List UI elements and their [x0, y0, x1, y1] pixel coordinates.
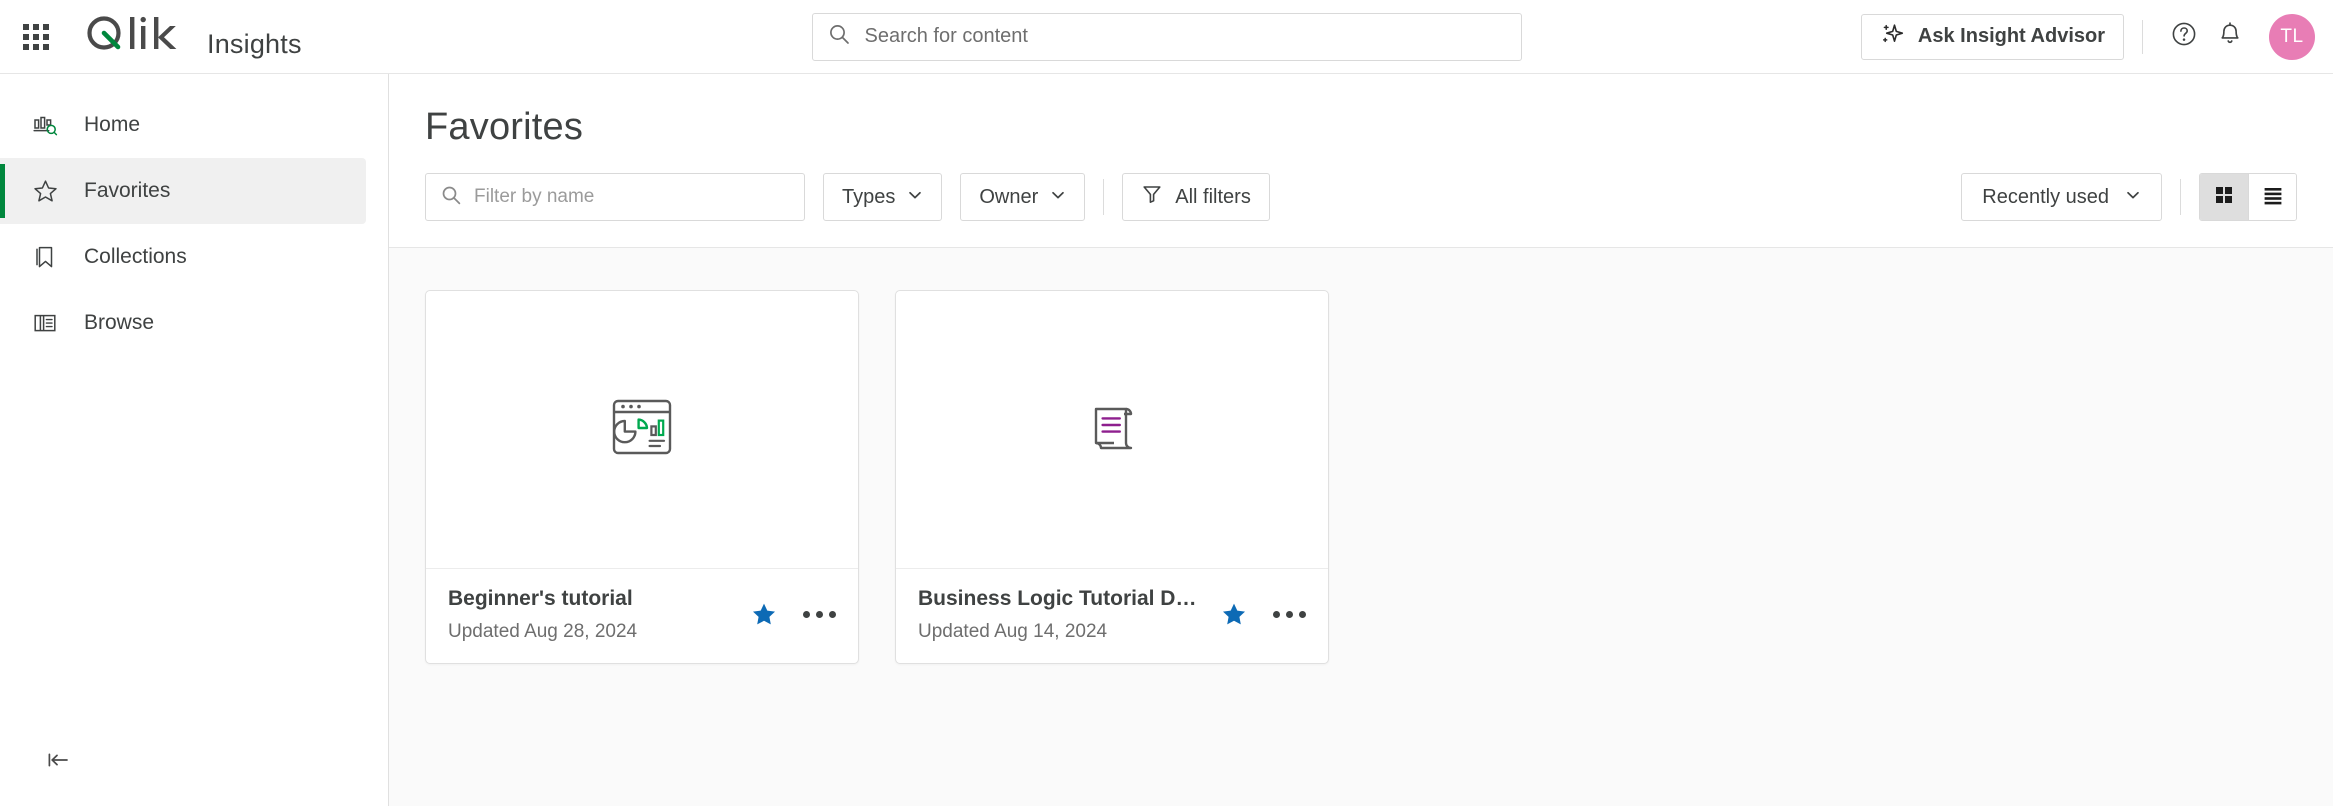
chevron-down-icon [907, 186, 923, 209]
filter-name-input[interactable] [474, 186, 790, 208]
grid-view-button[interactable] [2200, 174, 2248, 220]
search-icon [440, 184, 462, 211]
owner-filter-label: Owner [979, 186, 1038, 209]
more-options-button[interactable] [803, 611, 836, 618]
favorite-star-button[interactable] [751, 601, 777, 627]
more-options-button[interactable] [1273, 611, 1306, 618]
favorite-star-button[interactable] [1221, 601, 1247, 627]
sort-dropdown[interactable]: Recently used [1961, 173, 2162, 221]
favorites-card-grid: Beginner's tutorial Updated Aug 28, 2024 [389, 248, 2333, 806]
sort-label: Recently used [1982, 186, 2109, 209]
view-mode-toggle [2199, 173, 2297, 221]
card-title: Beginner's tutorial [448, 587, 737, 611]
types-filter-dropdown[interactable]: Types [823, 173, 942, 221]
star-outline-icon [30, 178, 60, 205]
card-actions [751, 587, 836, 627]
notifications-button[interactable] [2207, 14, 2253, 60]
card-updated: Updated Aug 14, 2024 [918, 621, 1207, 643]
toolbar-right-group: Recently used [1961, 173, 2297, 221]
card-footer: Business Logic Tutorial Data Prep Update… [896, 569, 1328, 663]
chevron-down-icon [2125, 186, 2141, 209]
qlik-insights-app: Insights [0, 0, 2333, 806]
top-header: Insights [0, 0, 2333, 74]
card-updated: Updated Aug 28, 2024 [448, 621, 737, 643]
owner-filter-dropdown[interactable]: Owner [960, 173, 1085, 221]
chevron-down-icon [1050, 186, 1066, 209]
sidebar-item-browse[interactable]: Browse [0, 290, 366, 356]
toolbar-divider [2180, 179, 2181, 215]
more-options-icon [803, 611, 836, 618]
browse-panel-icon [30, 310, 60, 336]
all-filters-button[interactable]: All filters [1122, 173, 1270, 221]
card-thumbnail [896, 291, 1328, 569]
card-actions [1221, 587, 1306, 627]
funnel-icon [1141, 183, 1163, 211]
qlik-logo [82, 13, 190, 53]
app-launcher-button[interactable] [14, 15, 58, 59]
card-text: Business Logic Tutorial Data Prep Update… [918, 587, 1207, 643]
page-title: Favorites [389, 74, 2333, 149]
sidebar-item-label: Favorites [84, 179, 170, 203]
app-launcher-grid-icon [23, 24, 49, 50]
card-text: Beginner's tutorial Updated Aug 28, 2024 [448, 587, 737, 643]
bell-icon [2216, 20, 2244, 53]
main-content: Favorites Types [389, 74, 2333, 806]
data-prep-script-icon [1075, 390, 1149, 469]
sidebar-item-label: Home [84, 113, 140, 137]
search-input[interactable] [865, 25, 1507, 48]
header-divider [2142, 20, 2143, 54]
card-title: Business Logic Tutorial Data Prep [918, 587, 1207, 611]
brand[interactable]: Insights [82, 13, 302, 60]
search-icon [827, 22, 851, 51]
help-button[interactable] [2161, 14, 2207, 60]
ask-insight-advisor-button[interactable]: Ask Insight Advisor [1861, 14, 2124, 60]
qlik-app-chart-icon [605, 390, 679, 469]
sidebar-item-label: Collections [84, 245, 187, 269]
advisor-label: Ask Insight Advisor [1918, 25, 2105, 48]
card-thumbnail [426, 291, 858, 569]
sparkle-icon [1880, 21, 1906, 53]
collapse-sidebar-arrow-icon [44, 746, 72, 779]
sidebar-item-favorites[interactable]: Favorites [0, 158, 366, 224]
grid-view-icon [2213, 184, 2235, 211]
sidebar-item-label: Browse [84, 311, 154, 335]
list-view-icon [2262, 184, 2284, 211]
sidebar-item-collections[interactable]: Collections [0, 224, 366, 290]
toolbar-divider [1103, 179, 1104, 215]
product-name: Insights [207, 29, 302, 60]
app-body: Home Favorites Collections [0, 74, 2333, 806]
collapse-sidebar-button[interactable] [36, 740, 80, 784]
avatar[interactable]: TL [2269, 14, 2315, 60]
content-card[interactable]: Business Logic Tutorial Data Prep Update… [895, 290, 1329, 664]
bookmark-icon [30, 244, 60, 270]
sidebar-item-home[interactable]: Home [0, 92, 366, 158]
global-search [812, 13, 1522, 61]
card-footer: Beginner's tutorial Updated Aug 28, 2024 [426, 569, 858, 663]
content-card[interactable]: Beginner's tutorial Updated Aug 28, 2024 [425, 290, 859, 664]
home-insight-chart-icon [30, 112, 60, 138]
types-filter-label: Types [842, 186, 895, 209]
search-box[interactable] [812, 13, 1522, 61]
sidebar: Home Favorites Collections [0, 74, 389, 806]
content-toolbar: Types Owner [389, 149, 2333, 248]
help-circle-icon [2170, 20, 2198, 53]
all-filters-label: All filters [1175, 186, 1251, 209]
filter-by-name-box[interactable] [425, 173, 805, 221]
header-actions: Ask Insight Advisor [1861, 14, 2333, 60]
list-view-button[interactable] [2248, 174, 2296, 220]
avatar-initials: TL [2280, 26, 2303, 48]
more-options-icon [1273, 611, 1306, 618]
